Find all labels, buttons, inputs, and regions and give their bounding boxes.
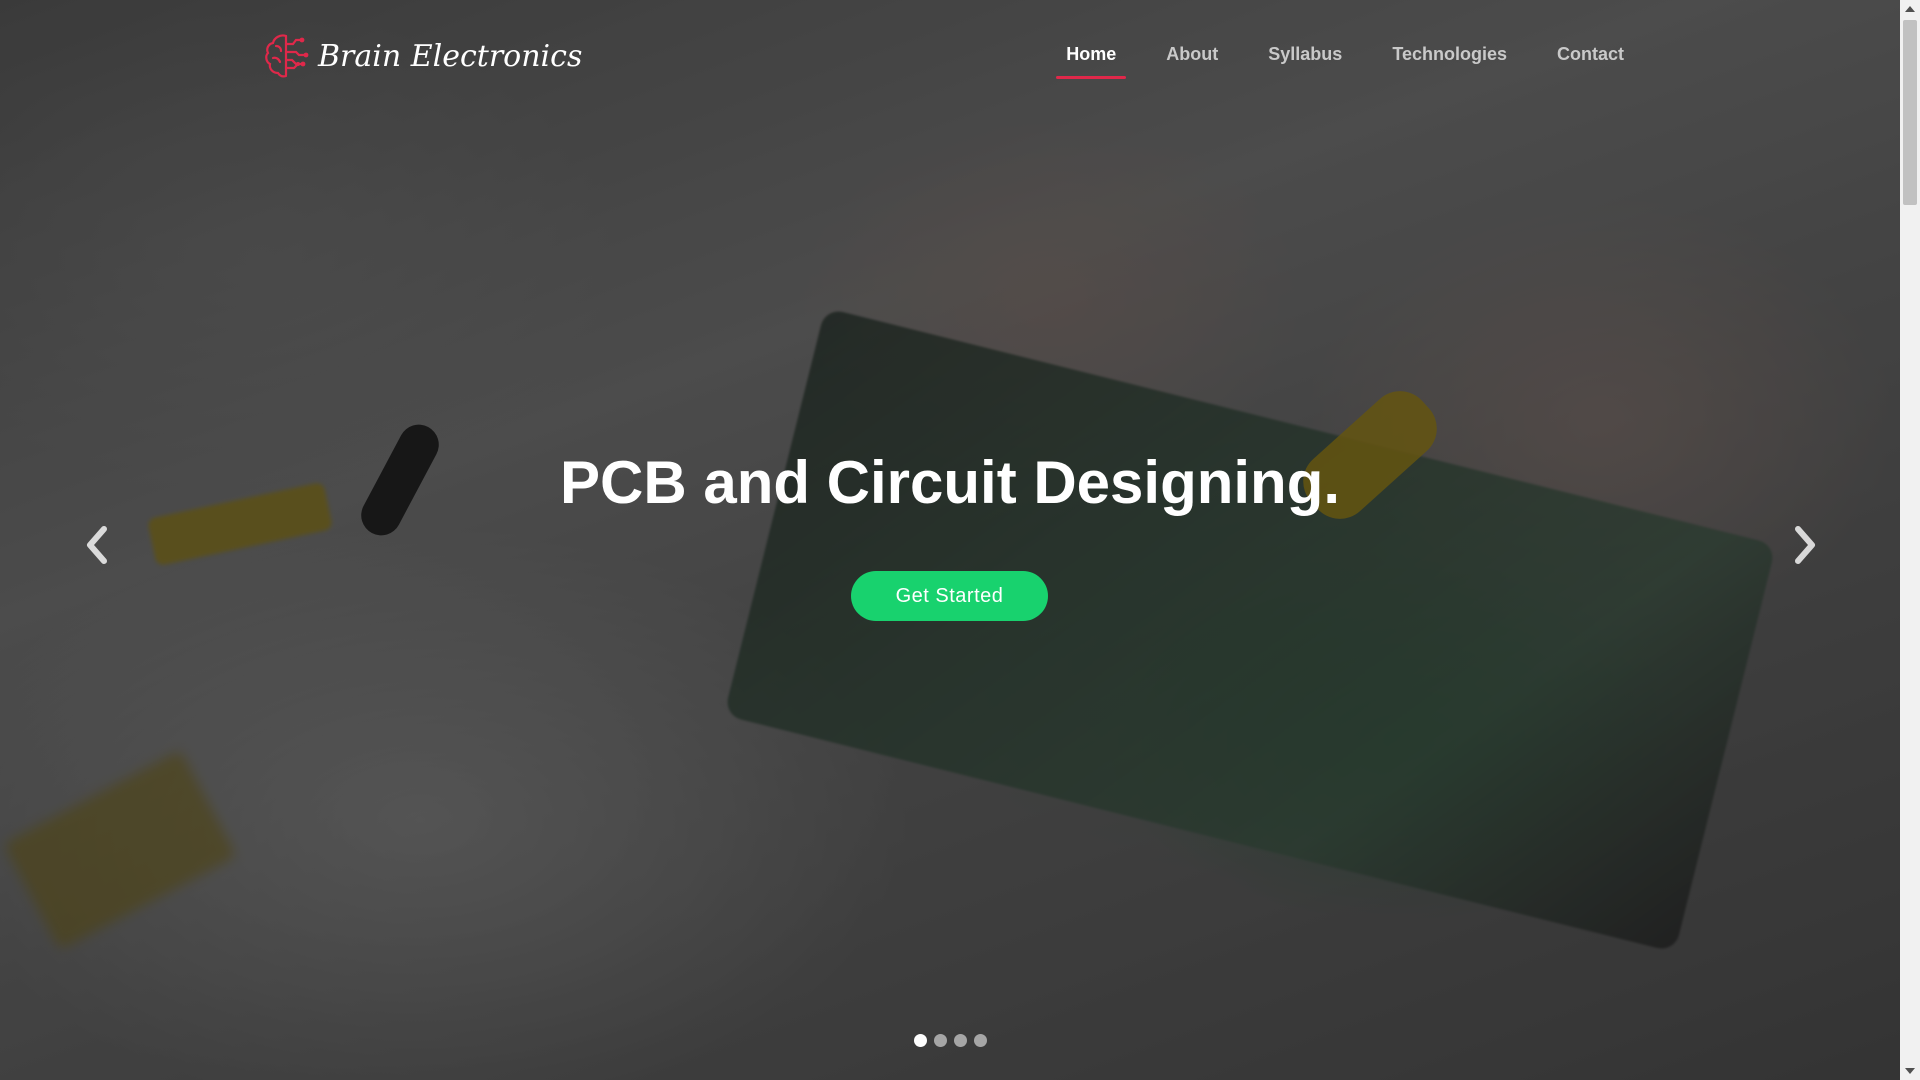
carousel-indicator-3[interactable] (953, 1034, 967, 1047)
get-started-button[interactable]: Get Started (851, 571, 1048, 621)
chevron-left-icon (87, 526, 107, 564)
brain-circuit-icon (265, 34, 309, 78)
hero-overlay (0, 0, 1900, 1080)
navbar: Brain Electronics Home About Syllabus Te… (0, 0, 1900, 100)
chevron-right-icon (1795, 526, 1815, 564)
scroll-up-button[interactable] (1900, 0, 1920, 18)
nav-home[interactable]: Home (1056, 38, 1127, 79)
scroll-up-icon (1905, 6, 1915, 12)
page-viewport: Brain Electronics Home About Syllabus Te… (0, 0, 1900, 1080)
brand-name: Brain Electronics (318, 38, 583, 74)
carousel-indicator-4[interactable] (973, 1034, 987, 1047)
brand-logo[interactable]: Brain Electronics (262, 28, 582, 84)
nav-contact[interactable]: Contact (1547, 38, 1634, 79)
scroll-down-icon (1905, 1068, 1915, 1074)
scrollbar-thumb[interactable] (1903, 20, 1917, 205)
carousel-indicator-2[interactable] (933, 1034, 947, 1047)
nav-technologies[interactable]: Technologies (1382, 38, 1517, 79)
carousel-next-button[interactable] (1780, 520, 1830, 570)
carousel-indicator-1[interactable] (913, 1034, 927, 1047)
nav-syllabus[interactable]: Syllabus (1258, 38, 1352, 79)
nav-about[interactable]: About (1156, 38, 1228, 79)
carousel-prev-button[interactable] (72, 520, 122, 570)
carousel-indicators (0, 1034, 1900, 1047)
scroll-down-button[interactable] (1900, 1062, 1920, 1080)
hero-title: PCB and Circuit Designing. (559, 449, 1341, 516)
main-nav: Home About Syllabus Technologies Contact (1056, 38, 1634, 79)
vertical-scrollbar[interactable] (1900, 0, 1920, 1080)
